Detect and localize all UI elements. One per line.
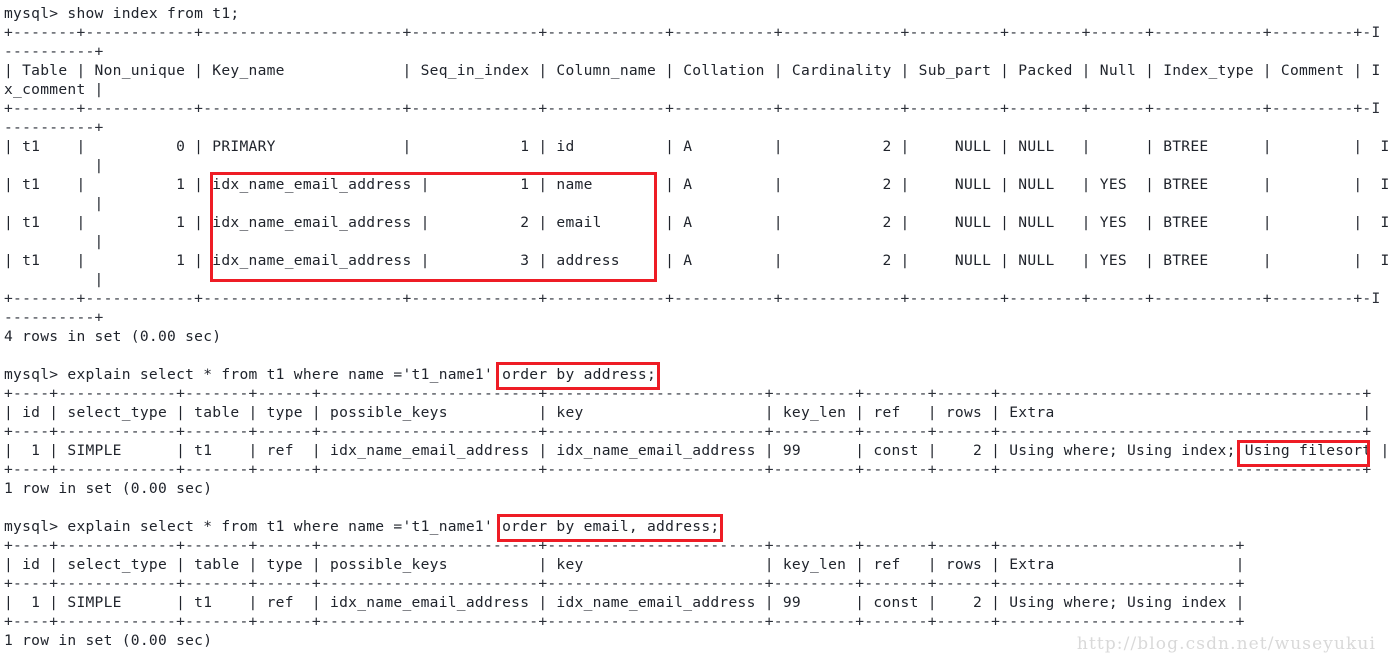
terminal-output: mysql> show index from t1; +-------+----… (0, 0, 1390, 664)
table-row-wrap: | (4, 157, 104, 174)
explain1-rule: +----+-------------+-------+------+-----… (4, 423, 1372, 440)
table-rule-wrap: ----------+ (4, 119, 104, 136)
table-row-wrap: | (4, 233, 104, 250)
explain1-footer-row-in-set: 1 row in set (0.00 sec) (4, 480, 213, 497)
table-rule-wrap: ----------+ (4, 43, 104, 60)
table-row: | t1 | 0 | PRIMARY | 1 | id | A | 2 | NU… (4, 138, 1390, 155)
table-header-row: | Table | Non_unique | Key_name | Seq_in… (4, 62, 1381, 79)
table-rule-wrap: ----------+ (4, 309, 104, 326)
command-line-show-index: mysql> show index from t1; (4, 5, 240, 22)
explain1-rule: +----+-------------+-------+------+-----… (4, 461, 1372, 478)
table-row: | t1 | 1 | idx_name_email_address | 2 | … (4, 214, 1390, 231)
table-header-row-wrap: x_comment | (4, 81, 104, 98)
explain2-rule: +----+-------------+-------+------+-----… (4, 613, 1245, 630)
result-footer-rows-in-set: 4 rows in set (0.00 sec) (4, 328, 222, 345)
explain2-table-row: | 1 | SIMPLE | t1 | ref | idx_name_email… (4, 594, 1245, 611)
explain2-rule: +----+-------------+-------+------+-----… (4, 537, 1245, 554)
explain2-header-row: | id | select_type | table | type | poss… (4, 556, 1245, 573)
explain1-header-row: | id | select_type | table | type | poss… (4, 404, 1372, 421)
table-row: | t1 | 1 | idx_name_email_address | 1 | … (4, 176, 1390, 193)
command-line-explain-order-by-email-address: mysql> explain select * from t1 where na… (4, 518, 720, 535)
table-row-wrap: | (4, 195, 104, 212)
explain1-table-row: | 1 | SIMPLE | t1 | ref | idx_name_email… (4, 442, 1390, 459)
table-rule: +-------+------------+------------------… (4, 100, 1381, 117)
explain1-rule: +----+-------------+-------+------+-----… (4, 385, 1372, 402)
table-rule: +-------+------------+------------------… (4, 290, 1381, 307)
table-row: | t1 | 1 | idx_name_email_address | 3 | … (4, 252, 1390, 269)
watermark: http://blog.csdn.net/wuseyukui (1076, 634, 1376, 654)
table-rule: +-------+------------+------------------… (4, 24, 1381, 41)
table-row-wrap: | (4, 271, 104, 288)
explain2-rule: +----+-------------+-------+------+-----… (4, 575, 1245, 592)
command-line-explain-order-by-address: mysql> explain select * from t1 where na… (4, 366, 657, 383)
